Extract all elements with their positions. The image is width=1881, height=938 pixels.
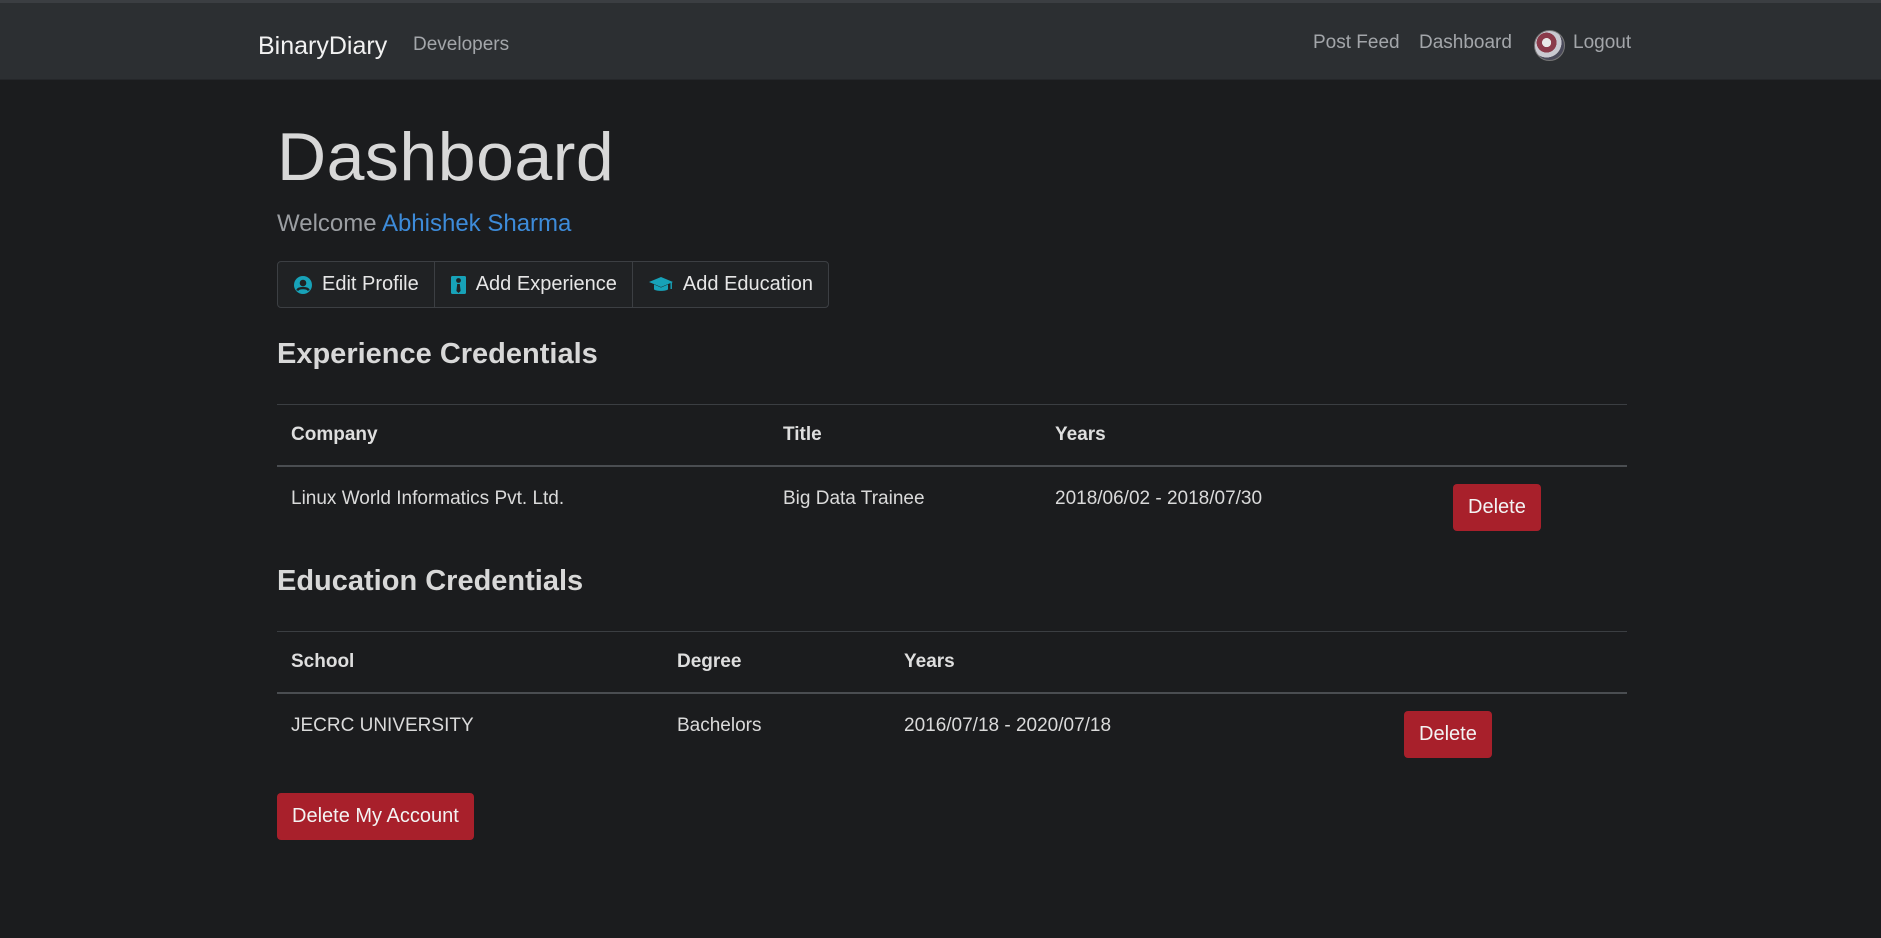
nav-dashboard[interactable]: Dashboard	[1419, 32, 1512, 54]
add-education-button[interactable]: Add Education	[633, 262, 828, 307]
nav-developers[interactable]: Developers	[413, 34, 509, 56]
user-circle-icon	[294, 275, 312, 294]
education-years: 2016/07/18 - 2020/07/18	[904, 715, 1112, 736]
column-header: Title	[769, 404, 1041, 467]
add-education-label: Add Education	[682, 273, 814, 295]
column-header: School	[277, 631, 663, 694]
nav-logout[interactable]: Logout	[1573, 32, 1631, 54]
education-actions: Delete	[1390, 693, 1627, 759]
table-row: JECRC UNIVERSITY Bachelors 2016/07/18 - …	[277, 693, 1627, 759]
experience-heading: Experience Credentials	[277, 338, 598, 370]
welcome-prefix: Welcome	[277, 210, 377, 237]
experience-actions: Delete	[1439, 466, 1627, 532]
delete-education-button[interactable]: Delete	[1404, 710, 1492, 758]
user-profile-link[interactable]: Abhishek Sharma	[382, 210, 571, 237]
graduation-cap-icon	[648, 276, 673, 291]
education-school: JECRC UNIVERSITY	[291, 715, 474, 736]
education-header-row: School Degree Years	[277, 631, 1627, 694]
education-table: School Degree Years JECRC UNIVERSITY Bac…	[277, 631, 1627, 759]
brand-link[interactable]: BinaryDiary	[258, 32, 387, 61]
column-header-actions	[1390, 631, 1627, 694]
experience-company: Linux World Informatics Pvt. Ltd.	[291, 488, 565, 509]
nav-post-feed[interactable]: Post Feed	[1313, 32, 1400, 54]
edit-profile-label: Edit Profile	[322, 273, 419, 295]
column-header: Years	[890, 631, 1390, 694]
experience-table: Company Title Years Linux World Informat…	[277, 404, 1627, 532]
delete-experience-button[interactable]: Delete	[1453, 483, 1541, 531]
column-header: Company	[277, 404, 769, 467]
profile-actions: Edit Profile Add Experience Add Educatio…	[277, 261, 830, 308]
column-header-actions	[1439, 404, 1627, 467]
column-header: Years	[1041, 404, 1439, 467]
edit-profile-button[interactable]: Edit Profile	[278, 262, 435, 307]
education-degree: Bachelors	[677, 715, 762, 736]
table-row: Linux World Informatics Pvt. Ltd. Big Da…	[277, 466, 1627, 532]
user-tie-icon	[450, 275, 466, 294]
education-heading: Education Credentials	[277, 565, 584, 597]
avatar[interactable]	[1534, 30, 1565, 61]
column-header: Degree	[663, 631, 890, 694]
experience-title: Big Data Trainee	[783, 488, 925, 509]
experience-header-row: Company Title Years	[277, 404, 1627, 467]
experience-years: 2018/06/02 - 2018/07/30	[1055, 488, 1263, 509]
delete-account-button[interactable]: Delete My Account	[277, 793, 474, 840]
page-title: Dashboard	[277, 119, 615, 195]
welcome-text: Welcome Abhishek Sharma	[277, 210, 571, 238]
add-experience-button[interactable]: Add Experience	[435, 262, 633, 307]
add-experience-label: Add Experience	[475, 273, 617, 295]
navbar: BinaryDiary Developers Post Feed Dashboa…	[0, 3, 1881, 80]
